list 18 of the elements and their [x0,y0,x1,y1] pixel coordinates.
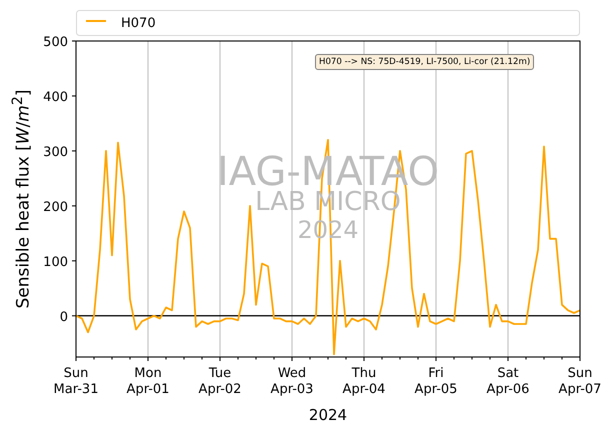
tick-label: Sun Mar-31 [54,366,98,397]
tick-label: Thu Apr-04 [342,366,386,397]
tick-label: 100 [43,254,68,270]
legend-label: H070 [121,16,156,31]
tick-label: 400 [43,90,68,105]
annotation-label: H070 --> NS: 75D-4519, LI-7500, Li-cor (21.12m) [315,54,534,70]
tick-label: 0 [60,310,68,325]
tick-label: Wed Apr-03 [270,366,314,397]
legend-line-icon [86,20,106,22]
tick-label: Mon Apr-01 [126,366,170,397]
tick-label: 300 [43,144,68,160]
tick-label: 500 [43,35,68,50]
tick-label: Sat Apr-06 [486,366,530,397]
tick-label: Sun Apr-07 [558,366,602,397]
tick-label: Tue Apr-02 [198,366,242,397]
axis-title: 2024 [308,406,348,424]
tick-label: 200 [43,200,68,215]
tick-label: Fri Apr-05 [414,366,458,397]
